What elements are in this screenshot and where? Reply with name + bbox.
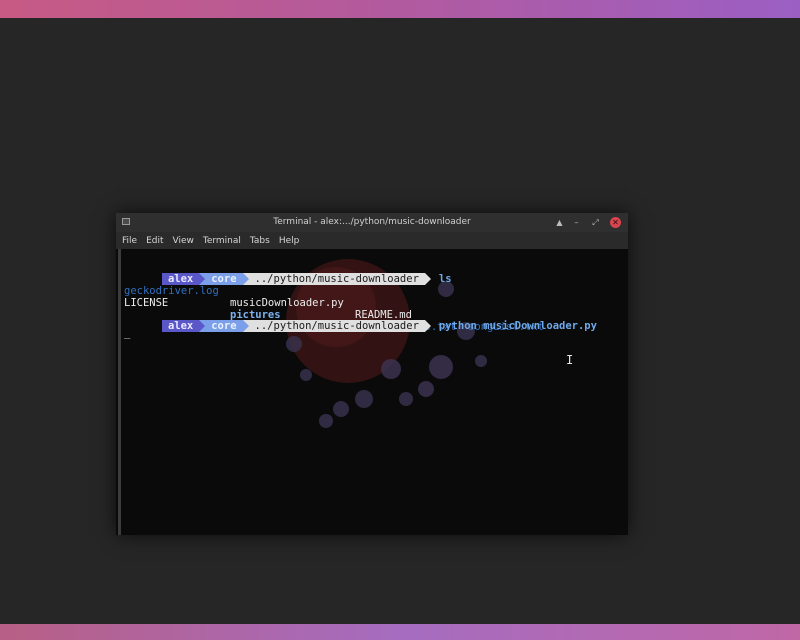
prompt-user: alex [161, 273, 200, 285]
menu-terminal[interactable]: Terminal [203, 236, 241, 246]
terminal-window: Terminal - alex:.../python/music-downloa… [116, 213, 628, 535]
close-button[interactable]: ✕ [610, 217, 621, 228]
desktop-top-gradient-bar [0, 0, 800, 18]
maximize-button[interactable]: ⤢ [590, 217, 601, 228]
terminal-output-area[interactable]: alex core ../python/music-downloader ls gec… [116, 249, 628, 535]
scrollbar[interactable] [118, 249, 121, 535]
text-ibeam-icon: I [566, 353, 574, 367]
prompt-line-1: alex core ../python/music-downloader ls [124, 261, 452, 285]
menu-help[interactable]: Help [279, 236, 300, 246]
command-ls: ls [438, 273, 452, 285]
prompt-line-2: alex core ../python/music-downloader python… [124, 308, 597, 332]
prompt-host: core [205, 273, 243, 285]
prompt-user: alex [161, 320, 200, 332]
menu-edit[interactable]: Edit [146, 236, 163, 246]
menu-file[interactable]: File [122, 236, 137, 246]
prompt-separator-arrow [424, 320, 431, 332]
command-python: python musicDownloader.py [438, 320, 597, 332]
prompt-host: core [205, 320, 243, 332]
title-bar[interactable]: Terminal - alex:.../python/music-downloa… [116, 213, 628, 232]
menu-tabs[interactable]: Tabs [250, 236, 270, 246]
text-cursor: _ [124, 327, 131, 339]
ls-output-row-2: LICENSE pictures requirements.txt [124, 285, 456, 333]
keep-above-button[interactable]: ▲ [554, 217, 565, 228]
minimize-button[interactable]: – [571, 217, 582, 228]
prompt-path: ../python/music-downloader [248, 320, 425, 332]
prompt-path: ../python/music-downloader [248, 273, 425, 285]
menu-bar: File Edit View Terminal Tabs Help [116, 232, 628, 250]
window-title: Terminal - alex:.../python/music-downloa… [273, 217, 471, 227]
desktop-bottom-gradient-bar [0, 624, 800, 640]
menu-view[interactable]: View [173, 236, 194, 246]
ls-output-row-1: geckodriver.log musicDownloader.py READM… [124, 273, 544, 333]
prompt-separator-arrow [424, 273, 431, 285]
